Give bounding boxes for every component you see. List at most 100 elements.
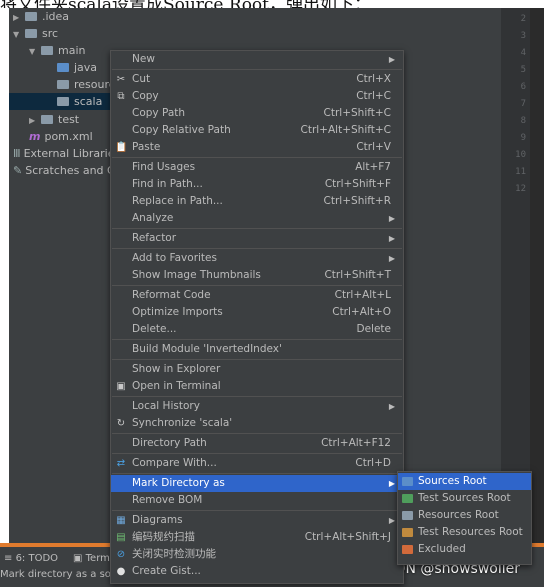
- menu-separator: [112, 248, 402, 249]
- tree-item-idea[interactable]: ▶ .idea: [13, 8, 69, 25]
- submenu-item-test-sources-root[interactable]: Test Sources Root: [398, 490, 531, 507]
- context-menu: New ▶ ✂ Cut Ctrl+X ⧉ Copy Ctrl+C Copy Path Ctr…: [110, 50, 404, 584]
- menu-item-replace-in-path[interactable]: Replace in Path... Ctrl+Shift+R: [111, 193, 403, 210]
- line-number: 5: [520, 65, 526, 75]
- tree-item-scala[interactable]: scala: [9, 93, 110, 110]
- menu-item-copy-path[interactable]: Copy Path Ctrl+Shift+C: [111, 105, 403, 122]
- chevron-right-icon: ▶: [388, 55, 395, 64]
- terminal-tab[interactable]: ▣ Term: [73, 553, 110, 564]
- menu-separator: [112, 453, 402, 454]
- todo-tab[interactable]: ≡ 6: TODO: [4, 553, 58, 564]
- menu-item-refactor[interactable]: Refactor ▶: [111, 230, 403, 247]
- menu-item-create-gist[interactable]: ● Create Gist...: [111, 563, 403, 580]
- menu-item-open-in-terminal[interactable]: ▣ Open in Terminal: [111, 378, 403, 395]
- chevron-right-icon: ▶: [388, 234, 395, 243]
- chevron-right-icon: ▶: [388, 479, 395, 488]
- menu-separator: [112, 359, 402, 360]
- folder-icon: [25, 12, 37, 21]
- line-number: 10: [515, 150, 526, 160]
- tree-item-test[interactable]: ▶ test: [29, 111, 79, 128]
- menu-separator: [112, 157, 402, 158]
- menu-separator: [112, 228, 402, 229]
- chevron-right-icon: ▶: [388, 254, 395, 263]
- tree-item-resources[interactable]: resourc: [57, 76, 115, 93]
- list-icon: ≡: [4, 553, 16, 564]
- folder-icon: [41, 46, 53, 55]
- resources-folder-icon: [402, 511, 413, 520]
- line-number: 2: [520, 14, 526, 24]
- menu-item-new[interactable]: New ▶: [111, 51, 403, 68]
- submenu-item-sources-root[interactable]: Sources Root: [398, 473, 531, 490]
- line-number: 6: [520, 82, 526, 92]
- source-folder-icon: [402, 477, 413, 486]
- submenu-item-test-resources-root[interactable]: Test Resources Root: [398, 524, 531, 541]
- tree-item-scratches[interactable]: ✎ Scratches and Co: [13, 162, 121, 179]
- chevron-down-icon[interactable]: ▼: [29, 43, 41, 60]
- menu-separator: [112, 69, 402, 70]
- menu-item-local-history[interactable]: Local History ▶: [111, 398, 403, 415]
- line-number: 11: [515, 167, 526, 177]
- compare-icon: ⇄: [116, 458, 126, 469]
- menu-item-copy-relative-path[interactable]: Copy Relative Path Ctrl+Alt+Shift+C: [111, 122, 403, 139]
- chevron-right-icon[interactable]: ▶: [29, 112, 41, 129]
- menu-item-delete[interactable]: Delete... Delete: [111, 321, 403, 338]
- resources-folder-icon: [57, 80, 69, 89]
- excluded-folder-icon: [402, 545, 413, 554]
- menu-item-add-to-favorites[interactable]: Add to Favorites ▶: [111, 250, 403, 267]
- menu-item-build-module[interactable]: Build Module 'InvertedIndex': [111, 341, 403, 358]
- menu-separator: [112, 473, 402, 474]
- menu-item-synchronize[interactable]: ↻ Synchronize 'scala': [111, 415, 403, 432]
- menu-item-optimize-imports[interactable]: Optimize Imports Ctrl+Alt+O: [111, 304, 403, 321]
- menu-item-diagrams[interactable]: ▦ Diagrams ▶: [111, 512, 403, 529]
- mark-directory-submenu: Sources Root Test Sources Root Resources…: [397, 471, 532, 565]
- menu-item-show-image-thumbnails[interactable]: Show Image Thumbnails Ctrl+Shift+T: [111, 267, 403, 284]
- menu-item-analyze[interactable]: Analyze ▶: [111, 210, 403, 227]
- terminal-icon: ▣: [116, 381, 126, 392]
- copy-icon: ⧉: [117, 91, 125, 102]
- folder-icon: [57, 97, 69, 106]
- status-bar-text: Mark directory as a so: [0, 569, 111, 580]
- chevron-right-icon: ▶: [388, 516, 395, 525]
- tree-item-java[interactable]: java: [57, 59, 97, 76]
- menu-item-reformat-code[interactable]: Reformat Code Ctrl+Alt+L: [111, 287, 403, 304]
- menu-separator: [112, 396, 402, 397]
- menu-separator: [112, 285, 402, 286]
- submenu-item-excluded[interactable]: Excluded: [398, 541, 531, 558]
- menu-item-paste[interactable]: 📋 Paste Ctrl+V: [111, 139, 403, 156]
- chevron-right-icon: ▶: [388, 214, 395, 223]
- clipboard-icon: 📋: [115, 142, 128, 153]
- menu-item-disable-realtime-check[interactable]: ⊘ 关闭实时检测功能: [111, 546, 403, 563]
- submenu-item-resources-root[interactable]: Resources Root: [398, 507, 531, 524]
- menu-item-copy[interactable]: ⧉ Copy Ctrl+C: [111, 88, 403, 105]
- maven-icon: m: [29, 130, 41, 143]
- chevron-down-icon[interactable]: ▼: [13, 26, 25, 43]
- editor-area[interactable]: [530, 8, 544, 543]
- menu-item-show-in-explorer[interactable]: Show in Explorer: [111, 361, 403, 378]
- folder-icon: [25, 29, 37, 38]
- menu-item-directory-path[interactable]: Directory Path Ctrl+Alt+F12: [111, 435, 403, 452]
- line-number: 8: [520, 116, 526, 126]
- folder-icon: [41, 115, 53, 124]
- chevron-right-icon[interactable]: ▶: [13, 9, 25, 26]
- test-folder-icon: [402, 494, 413, 503]
- tree-item-pom[interactable]: m pom.xml: [29, 128, 93, 145]
- line-number: 9: [520, 133, 526, 143]
- disable-icon: ⊘: [116, 549, 126, 560]
- menu-item-find-usages[interactable]: Find Usages Alt+F7: [111, 159, 403, 176]
- caption-strip: 将文件夹scala设置成Source Root，弹出如下：: [0, 0, 544, 8]
- tree-item-main[interactable]: ▼ main: [29, 42, 85, 59]
- menu-item-find-in-path[interactable]: Find in Path... Ctrl+Shift+F: [111, 176, 403, 193]
- menu-item-compare-with[interactable]: ⇄ Compare With... Ctrl+D: [111, 455, 403, 472]
- scissors-icon: ✂: [116, 74, 126, 85]
- menu-separator: [112, 339, 402, 340]
- test-resources-folder-icon: [402, 528, 413, 537]
- sync-icon: ↻: [116, 418, 126, 429]
- scratches-icon: ✎: [13, 164, 23, 177]
- diagram-icon: ▦: [116, 515, 126, 526]
- tree-item-external-libraries[interactable]: Ⅲ External Libraries: [13, 145, 120, 162]
- menu-item-remove-bom[interactable]: Remove BOM: [111, 492, 403, 509]
- menu-item-code-scan[interactable]: ▤ 编码规约扫描 Ctrl+Alt+Shift+J: [111, 529, 403, 546]
- tree-item-src[interactable]: ▼ src: [13, 25, 58, 42]
- menu-item-mark-directory-as[interactable]: Mark Directory as ▶: [111, 475, 403, 492]
- menu-item-cut[interactable]: ✂ Cut Ctrl+X: [111, 71, 403, 88]
